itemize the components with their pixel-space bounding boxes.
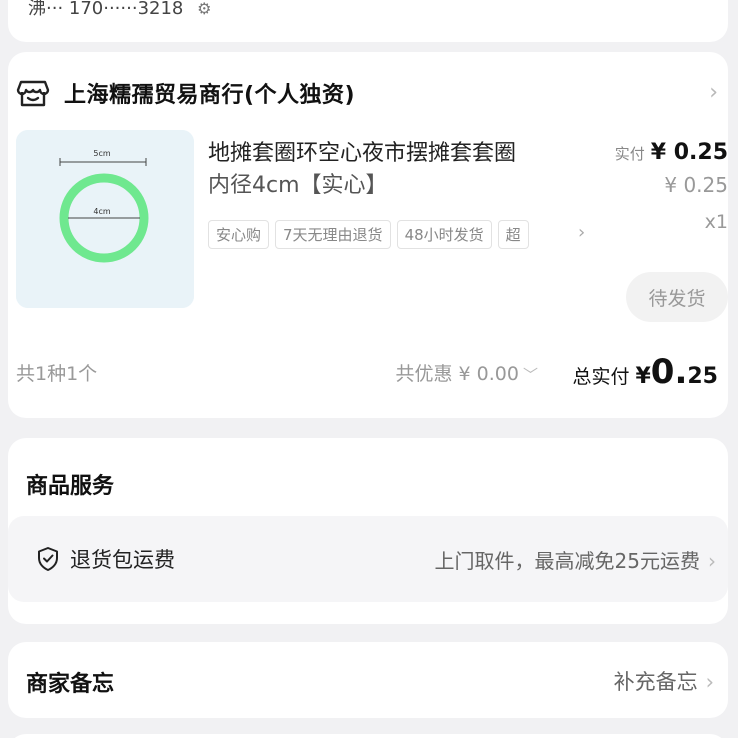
- address-phone-line: 沸··· 170······3218 ⚙: [28, 0, 211, 20]
- return-shipping-service[interactable]: 退货包运费 上门取件，最高减免25元运费 ›: [8, 516, 728, 602]
- chevron-down-icon: ﹀: [522, 365, 538, 384]
- item-count: 共1种1个: [16, 362, 98, 385]
- masked-phone: 沸··· 170······3218: [28, 0, 184, 19]
- shield-check-icon: [38, 547, 58, 571]
- price-actual-value: ¥ 0.25: [650, 140, 728, 165]
- order-card: 上海糯孺贸易商行(个人独资) › 5cm 4cm 地摊套圈环空心夜市摆摊套套圈 …: [8, 52, 728, 418]
- memo-card[interactable]: 商家备忘 补充备忘 ›: [8, 642, 728, 718]
- shop-name: 上海糯孺贸易商行(个人独资): [64, 83, 356, 108]
- tag-item: 48小时发货: [396, 220, 492, 249]
- product-title-block[interactable]: 地摊套圈环空心夜市摆摊套套圈 内径4cm【实心】: [208, 138, 588, 202]
- total-decimal: 25: [687, 364, 718, 389]
- order-summary: 共1种1个 共优惠 ¥ 0.00 ﹀ 总实付 ¥0.25: [16, 352, 718, 392]
- discount-text: 共优惠 ¥ 0.00: [395, 362, 519, 385]
- total-currency: ¥: [635, 364, 651, 389]
- chevron-right-icon[interactable]: ›: [578, 222, 585, 243]
- service-section-title: 商品服务: [26, 474, 115, 499]
- total-integer: 0.: [650, 352, 688, 392]
- chevron-right-icon: ›: [708, 548, 716, 573]
- add-memo-label: 补充备忘: [613, 670, 698, 694]
- service-item: 退货包运费: [36, 544, 175, 574]
- product-spec: 内径4cm【实心】: [208, 173, 388, 198]
- service-item-desc-row: 上门取件，最高减免25元运费 ›: [435, 545, 716, 574]
- tag-item: 安心购: [208, 220, 270, 249]
- ring-illustration: 5cm 4cm: [16, 130, 194, 308]
- service-item-desc: 上门取件，最高减免25元运费: [434, 548, 700, 573]
- price-column: 实付 ¥ 0.25 ¥ 0.25 x1: [608, 140, 728, 233]
- memo-title: 商家备忘: [26, 672, 115, 697]
- total-label: 总实付: [572, 366, 630, 388]
- order-status-button[interactable]: 待发货: [626, 272, 728, 322]
- price-original: ¥ 0.25: [664, 173, 728, 197]
- price-actual: 实付 ¥ 0.25: [608, 140, 728, 165]
- service-tags: 安心购 7天无理由退货 48小时发货 超: [208, 220, 590, 249]
- tag-item: 7天无理由退货: [275, 220, 391, 249]
- shop-header[interactable]: 上海糯孺贸易商行(个人独资) ›: [16, 70, 718, 116]
- total-paid: 总实付 ¥0.25: [572, 352, 718, 392]
- price-actual-label: 实付: [614, 145, 645, 163]
- discount-toggle[interactable]: 共优惠 ¥ 0.00 ﹀: [396, 359, 539, 386]
- add-memo-link[interactable]: 补充备忘 ›: [614, 666, 714, 696]
- shop-icon: [16, 80, 50, 107]
- service-item-label: 退货包运费: [70, 548, 175, 572]
- product-image[interactable]: 5cm 4cm: [16, 130, 194, 308]
- inner-dimension-label: 4cm: [93, 207, 110, 216]
- quantity: x1: [704, 211, 728, 233]
- outer-dimension-label: 5cm: [93, 149, 110, 158]
- service-card: 商品服务 退货包运费 上门取件，最高减免25元运费 ›: [8, 438, 728, 624]
- settings-icon[interactable]: ⚙: [197, 0, 211, 18]
- chevron-right-icon: ›: [709, 80, 718, 105]
- address-card[interactable]: 沸··· 170······3218 ⚙: [8, 0, 728, 42]
- tag-item: 超: [497, 220, 529, 249]
- product-title: 地摊套圈环空心夜市摆摊套套圈: [208, 141, 517, 166]
- chevron-right-icon: ›: [705, 670, 714, 694]
- next-card-edge: [8, 734, 728, 738]
